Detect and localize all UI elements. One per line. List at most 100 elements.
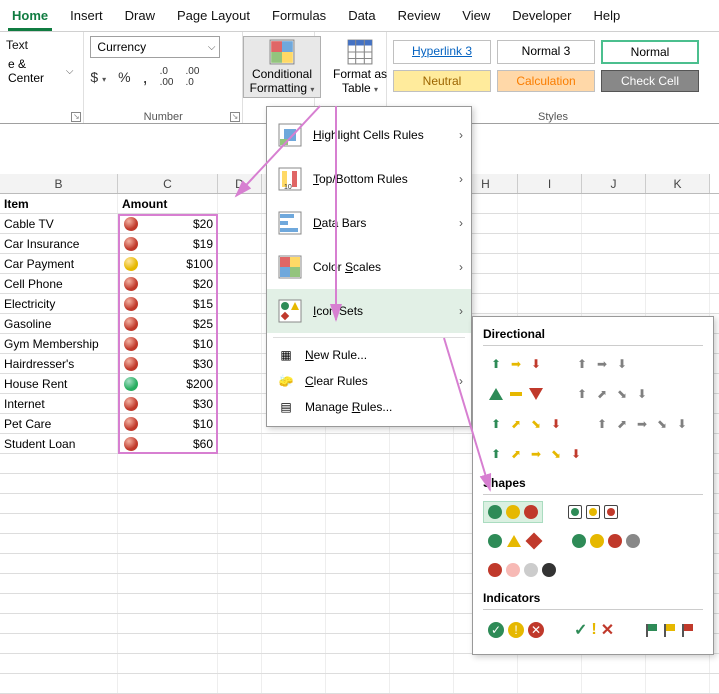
iconset-3trafficlights-rimmed[interactable] bbox=[563, 501, 623, 523]
percent-btn[interactable]: % bbox=[118, 69, 130, 85]
cell-amount[interactable]: $30 bbox=[118, 394, 218, 413]
iconset-3symbols-circled[interactable]: ✓ ! ✕ bbox=[483, 616, 549, 644]
menu-icon-sets[interactable]: Icon Sets › bbox=[267, 289, 471, 333]
tab-draw[interactable]: Draw bbox=[121, 6, 159, 31]
header-item[interactable]: Item bbox=[0, 194, 118, 213]
wraptext-btn[interactable]: Text bbox=[6, 38, 77, 52]
menu-color-scales[interactable]: Color Scales › bbox=[267, 245, 471, 289]
iconset-3symbols-uncircled[interactable]: ✓!✕ bbox=[569, 616, 619, 644]
iconset-redtoblack[interactable] bbox=[483, 559, 561, 581]
cell-styles-gallery[interactable]: Hyperlink 3 Normal 3 Normal Neutral Calc… bbox=[393, 36, 713, 92]
style-normal3[interactable]: Normal 3 bbox=[497, 40, 595, 64]
cell-item[interactable]: Electricity bbox=[0, 294, 118, 313]
accounting-dropdown[interactable]: $ ▾ bbox=[90, 69, 106, 85]
cell-amount[interactable]: $19 bbox=[118, 234, 218, 253]
color-scales-icon bbox=[277, 254, 303, 280]
menu-top-bottom[interactable]: 10 Top/Bottom Rules › bbox=[267, 157, 471, 201]
cell-amount[interactable]: $20 bbox=[118, 214, 218, 233]
header-amount[interactable]: Amount bbox=[118, 194, 218, 213]
cell-amount[interactable]: $25 bbox=[118, 314, 218, 333]
iconset-5arrows-colored[interactable]: ⬆⬈➡⬊⬇ bbox=[483, 442, 589, 466]
cell-amount[interactable]: $20 bbox=[118, 274, 218, 293]
tab-formulas[interactable]: Formulas bbox=[268, 6, 330, 31]
colhead-j[interactable]: J bbox=[582, 174, 646, 193]
conditional-format-icon bbox=[124, 257, 138, 271]
cell-item[interactable]: Gym Membership bbox=[0, 334, 118, 353]
conditional-format-icon bbox=[124, 237, 138, 251]
tab-home[interactable]: Home bbox=[8, 6, 52, 31]
iconset-4trafficlights[interactable] bbox=[567, 529, 645, 553]
menu-manage-rules[interactable]: ▤ Manage Rules... bbox=[267, 394, 471, 420]
conditional-formatting-button[interactable]: Conditional Formatting ▾ bbox=[243, 36, 321, 98]
conditional-format-icon bbox=[124, 377, 138, 391]
number-format-dropdown[interactable]: Currency bbox=[90, 36, 220, 58]
colhead-i[interactable]: I bbox=[518, 174, 582, 193]
menu-new-rule[interactable]: ▦ New Rule... bbox=[267, 342, 471, 368]
tab-review[interactable]: Review bbox=[394, 6, 445, 31]
cell-item[interactable]: Gasoline bbox=[0, 314, 118, 333]
cell-item[interactable]: Cable TV bbox=[0, 214, 118, 233]
tab-page-layout[interactable]: Page Layout bbox=[173, 6, 254, 31]
colhead-b[interactable]: B bbox=[0, 174, 118, 193]
menu-data-bars[interactable]: Data Bars › bbox=[267, 201, 471, 245]
decrease-decimal-btn[interactable]: .00.0 bbox=[185, 66, 199, 88]
cell-amount[interactable]: $10 bbox=[118, 334, 218, 353]
number-dialog-icon[interactable]: ↘ bbox=[230, 112, 240, 122]
conditional-format-icon bbox=[124, 297, 138, 311]
cell-amount[interactable]: $30 bbox=[118, 354, 218, 373]
svg-text:10: 10 bbox=[284, 184, 292, 191]
cell-item[interactable]: Cell Phone bbox=[0, 274, 118, 293]
conditional-format-icon bbox=[124, 337, 138, 351]
icon-sets-icon bbox=[277, 298, 303, 324]
style-calculation[interactable]: Calculation bbox=[497, 70, 595, 92]
highlight-cells-icon bbox=[277, 122, 303, 148]
iconset-5arrows-gray[interactable]: ⬆⬈➡⬊⬇ bbox=[589, 412, 695, 436]
ribbon-tabs: Home Insert Draw Page Layout Formulas Da… bbox=[0, 0, 719, 32]
iconset-3flags[interactable] bbox=[639, 616, 699, 644]
clear-rules-icon: 🧽 bbox=[277, 372, 295, 390]
cell-amount[interactable]: $100 bbox=[118, 254, 218, 273]
cell-item[interactable]: House Rent bbox=[0, 374, 118, 393]
iconset-3trafficlights-unrimmed[interactable] bbox=[483, 501, 543, 523]
colhead-d[interactable]: D bbox=[218, 174, 262, 193]
iconset-4arrows-colored[interactable]: ⬆⬈⬊⬇ bbox=[483, 412, 569, 436]
cell-item[interactable]: Pet Care bbox=[0, 414, 118, 433]
tab-developer[interactable]: Developer bbox=[508, 6, 575, 31]
colhead-c[interactable]: C bbox=[118, 174, 218, 193]
conditional-format-icon bbox=[124, 417, 138, 431]
iconset-3arrows-colored[interactable]: ⬆➡⬇ bbox=[483, 352, 549, 376]
menu-highlight-cells[interactable]: Highlight Cells Rules › bbox=[267, 113, 471, 157]
conditional-format-icon bbox=[124, 397, 138, 411]
conditional-format-icon bbox=[124, 437, 138, 451]
tab-data[interactable]: Data bbox=[344, 6, 379, 31]
merge-center-btn[interactable]: e & Center bbox=[6, 60, 77, 82]
iconset-3signs[interactable] bbox=[483, 529, 547, 553]
iconset-3arrows-gray[interactable]: ⬆➡⬇ bbox=[569, 352, 635, 376]
cell-amount[interactable]: $15 bbox=[118, 294, 218, 313]
cell-item[interactable]: Internet bbox=[0, 394, 118, 413]
menu-clear-rules[interactable]: 🧽 Clear Rules › bbox=[267, 368, 471, 394]
style-normal[interactable]: Normal bbox=[601, 40, 699, 64]
style-neutral[interactable]: Neutral bbox=[393, 70, 491, 92]
tab-view[interactable]: View bbox=[458, 6, 494, 31]
increase-decimal-btn[interactable]: .0.00 bbox=[160, 66, 174, 88]
cell-item[interactable]: Car Insurance bbox=[0, 234, 118, 253]
conditional-format-icon bbox=[124, 317, 138, 331]
style-hyperlink3[interactable]: Hyperlink 3 bbox=[393, 40, 491, 64]
tab-insert[interactable]: Insert bbox=[66, 6, 107, 31]
colhead-k[interactable]: K bbox=[646, 174, 710, 193]
flyout-directional-header: Directional bbox=[483, 327, 703, 341]
style-checkcell[interactable]: Check Cell bbox=[601, 70, 699, 92]
cell-amount[interactable]: $10 bbox=[118, 414, 218, 433]
alignment-dialog-icon[interactable]: ↘ bbox=[71, 112, 81, 122]
cell-amount[interactable]: $200 bbox=[118, 374, 218, 393]
cell-item[interactable]: Student Loan bbox=[0, 434, 118, 453]
iconset-4arrows-gray[interactable]: ⬆⬈⬊⬇ bbox=[569, 382, 655, 406]
cell-item[interactable]: Hairdresser's bbox=[0, 354, 118, 373]
cell-amount[interactable]: $60 bbox=[118, 434, 218, 453]
cell-item[interactable]: Car Payment bbox=[0, 254, 118, 273]
conditional-format-icon bbox=[124, 277, 138, 291]
iconset-3triangles[interactable] bbox=[483, 382, 549, 406]
tab-help[interactable]: Help bbox=[590, 6, 625, 31]
comma-btn[interactable]: , bbox=[143, 67, 148, 88]
